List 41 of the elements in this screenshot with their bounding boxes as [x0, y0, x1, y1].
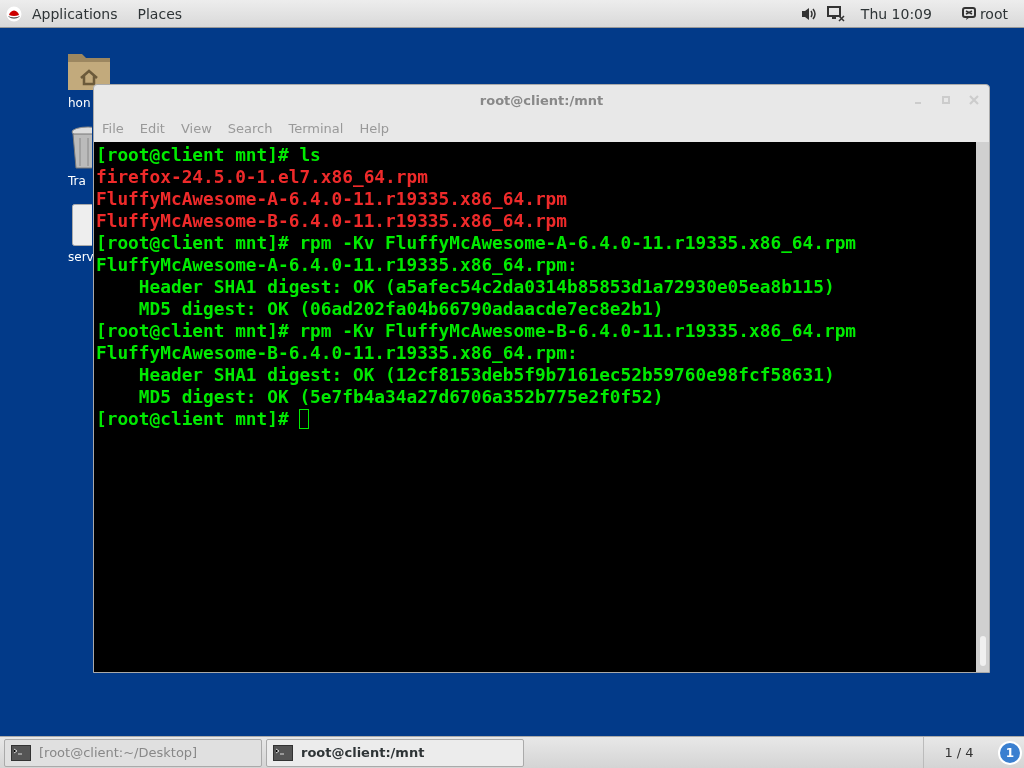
output-line: Header SHA1 digest: OK (a5afec54c2da0314b85853d1a72930e05ea8b115) — [137, 276, 836, 298]
network-icon[interactable] — [826, 5, 845, 22]
file-icon[interactable] — [72, 204, 92, 246]
window-title: root@client:/mnt — [479, 92, 604, 108]
top-menu[interactable]: Places — [137, 5, 183, 22]
menu-item[interactable]: File — [102, 121, 124, 136]
menu-item[interactable]: Terminal — [288, 121, 344, 136]
output-line: MD5 digest: OK (5e7fb4a34a27d6706a352b775e2f0f52) — [137, 386, 665, 408]
notification-badge[interactable]: 1 — [998, 740, 1022, 765]
file-listing: firefox-24.5.0-1.el7.x86_64.rpm — [96, 166, 429, 188]
icon-label: hon — [68, 96, 91, 110]
scrollbar[interactable] — [976, 142, 989, 672]
terminal-icon — [11, 744, 31, 761]
menu-item[interactable]: Help — [359, 121, 390, 136]
prompt-line: [root@client mnt]# — [96, 408, 974, 430]
menu-item[interactable]: Edit — [139, 121, 165, 136]
output-line: FluffyMcAwesome-A-6.4.0-11.r19335.x86_64.rpm: — [96, 254, 579, 276]
taskbar-item[interactable]: [root@client:~/Desktop] — [4, 738, 262, 767]
user-menu[interactable]: root — [979, 5, 1008, 22]
workspace-indicator[interactable]: 1 / 4 — [923, 737, 994, 768]
prompt-line: [root@client mnt]# rpm -Kv FluffyMcAwesome-A-6.4.0-11.r19335.x86_64.rpm — [96, 232, 858, 254]
output-line: Header SHA1 digest: OK (12cf8153deb5f9b7161ec52b59760e98fcf58631) — [137, 364, 836, 386]
top-menu[interactable]: Applications — [32, 5, 118, 22]
clock[interactable]: Thu 10:09 — [860, 5, 932, 22]
output-line: FluffyMcAwesome-B-6.4.0-11.r19335.x86_64.rpm: — [96, 342, 579, 364]
icon-label: Tra — [68, 174, 86, 188]
taskbar-item[interactable]: root@client:/mnt — [266, 738, 524, 767]
terminal-icon — [273, 744, 293, 761]
menu-item[interactable]: View — [180, 121, 212, 136]
menu-item[interactable]: Search — [227, 121, 273, 136]
scroll-thumb[interactable] — [980, 636, 986, 666]
icon-label: serv — [68, 250, 94, 264]
prompt-line: [root@client mnt]# rpm -Kv FluffyMcAwesome-B-6.4.0-11.r19335.x86_64.rpm — [96, 320, 858, 342]
volume-icon[interactable] — [800, 6, 817, 21]
hat-icon — [6, 5, 22, 22]
close-button[interactable] — [969, 95, 979, 105]
prompt-line: [root@client mnt]# ls — [96, 144, 322, 166]
file-listing: FluffyMcAwesome-A-6.4.0-11.r19335.x86_64.rpm — [96, 188, 569, 210]
output-line: MD5 digest: OK (06ad202fa04b66790adaacde7ec8e2b1) — [137, 298, 665, 320]
file-listing: FluffyMcAwesome-B-6.4.0-11.r19335.x86_64.rpm — [96, 210, 569, 232]
maximize-button[interactable] — [941, 95, 951, 105]
